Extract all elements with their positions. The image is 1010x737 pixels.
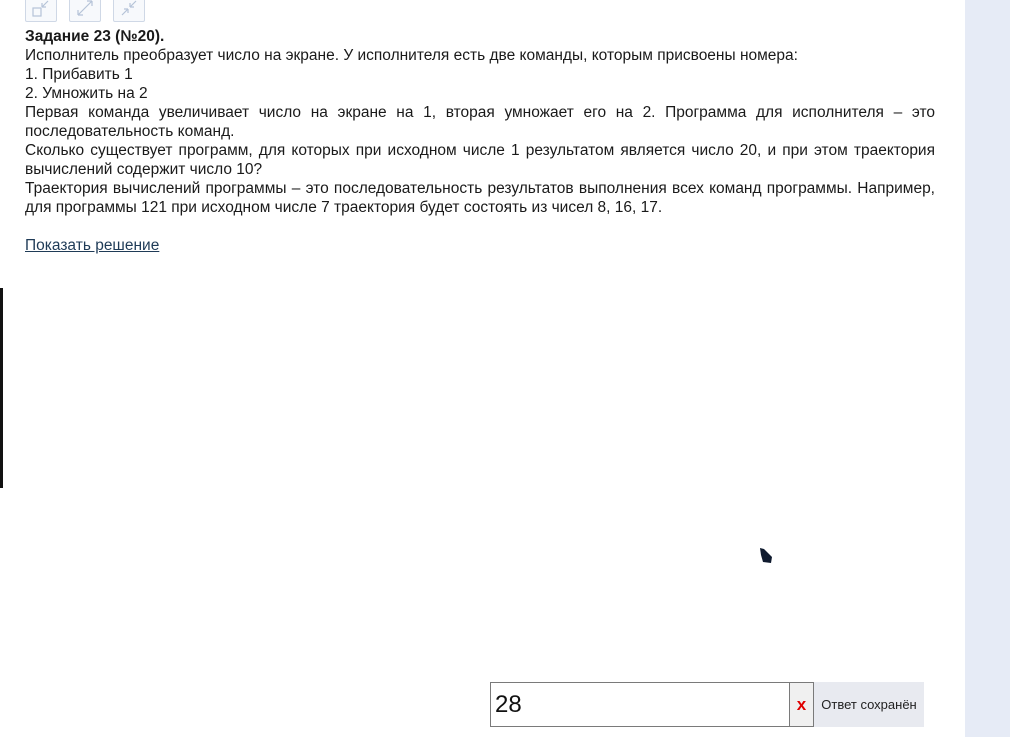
expand-icon[interactable] bbox=[69, 0, 101, 22]
command-1: 1. Прибавить 1 bbox=[25, 66, 133, 83]
task-intro: Исполнитель преобразует число на экране.… bbox=[25, 47, 798, 64]
task-note: Траектория вычислений программы – это по… bbox=[25, 180, 935, 216]
left-edge-bar bbox=[0, 288, 3, 488]
page: Задание 23 (№20). Исполнитель преобразуе… bbox=[0, 0, 1010, 737]
answer-status: Ответ сохранён bbox=[814, 682, 924, 727]
shrink-icon[interactable] bbox=[25, 0, 57, 22]
right-side-panel bbox=[965, 0, 1010, 737]
task-title: Задание 23 (№20). bbox=[25, 28, 165, 45]
task-content: Задание 23 (№20). Исполнитель преобразуе… bbox=[25, 27, 935, 255]
answer-input[interactable] bbox=[490, 682, 790, 727]
show-solution-link[interactable]: Показать решение bbox=[25, 236, 159, 255]
command-2: 2. Умножить на 2 bbox=[25, 85, 148, 102]
clear-answer-button[interactable]: x bbox=[790, 682, 814, 727]
collapse-icon[interactable] bbox=[113, 0, 145, 22]
answer-area: x Ответ сохранён bbox=[490, 682, 924, 727]
task-question: Сколько существует программ, для которых… bbox=[25, 142, 935, 178]
mouse-cursor-icon bbox=[760, 548, 772, 563]
view-toolbar bbox=[25, 0, 145, 22]
task-description: Первая команда увеличивает число на экра… bbox=[25, 104, 935, 140]
